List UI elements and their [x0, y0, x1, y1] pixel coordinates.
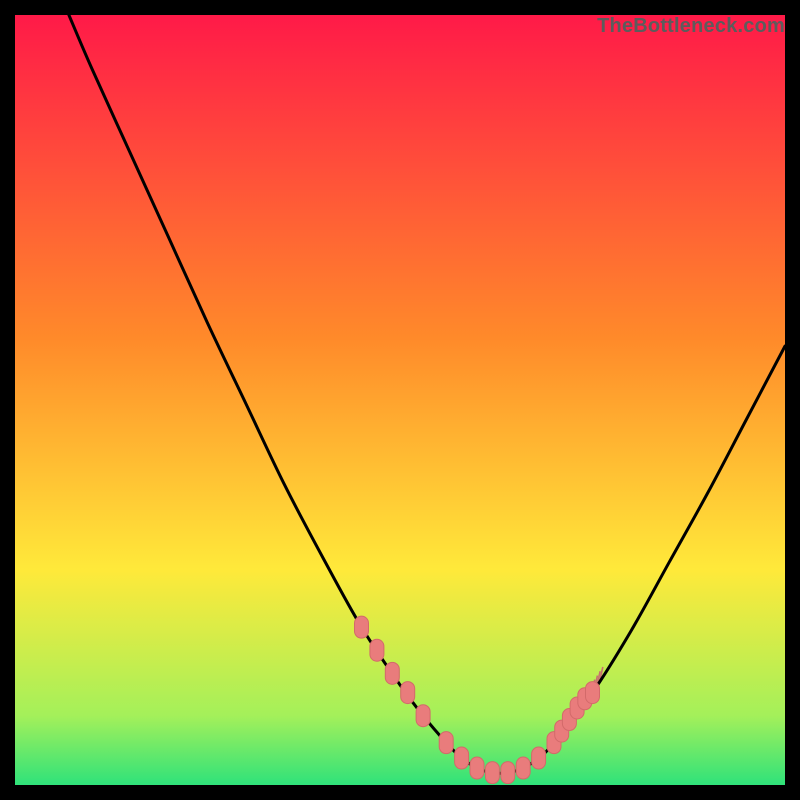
curve-marker	[516, 757, 530, 779]
curve-marker	[586, 682, 600, 704]
curve-marker	[532, 747, 546, 769]
curve-marker	[385, 662, 399, 684]
curve-marker	[439, 732, 453, 754]
curve-marker	[401, 682, 415, 704]
curve-marker	[370, 639, 384, 661]
curve-marker	[501, 762, 515, 784]
curve-marker	[470, 757, 484, 779]
gradient-background	[15, 15, 785, 785]
curve-marker	[485, 762, 499, 784]
curve-marker	[455, 747, 469, 769]
chart-frame: TheBottleneck.com	[15, 15, 785, 785]
watermark-text: TheBottleneck.com	[597, 15, 785, 38]
curve-marker	[355, 616, 369, 638]
bottleneck-chart	[15, 15, 785, 785]
curve-marker	[416, 705, 430, 727]
